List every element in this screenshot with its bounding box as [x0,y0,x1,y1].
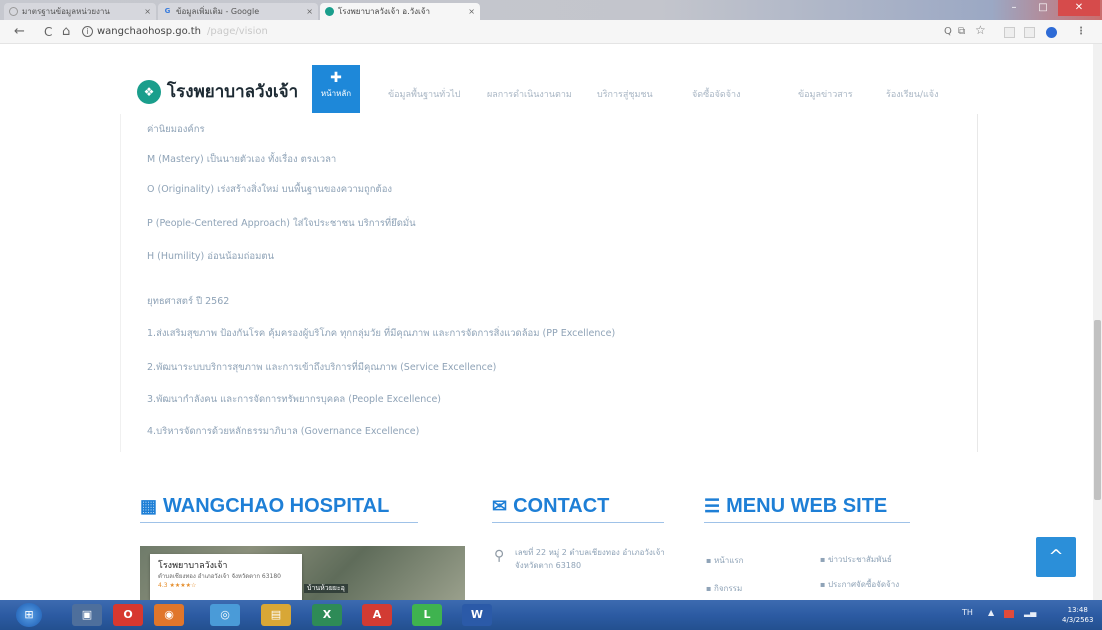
values-heading: ค่านิยมองค์กร [147,124,205,135]
hospital-logo-icon[interactable]: ❖ [137,80,161,104]
map-place-name: โรงพยาบาลวังเจ้า [158,561,228,571]
home-icon[interactable]: ⌂ [62,24,70,40]
footer-link[interactable]: ▪ กิจกรรม [706,584,742,594]
strategy-item: 1.ส่งเสริมสุขภาพ ป้องกันโรค คุ้มครองผู้บ… [147,328,616,339]
map-place-address: ตำบลเชียงทอง อำเภอวังเจ้า จังหวัดตาก 631… [158,573,281,580]
tab-title: โรงพยาบาลวังเจ้า อ.วังเจ้า [338,7,430,16]
url-text: wangchaohosp.go.th [97,26,201,37]
value-item: P (People-Centered Approach) ใส่ใจประชาช… [147,218,416,229]
taskbar-app-firefox[interactable]: ◉ [154,604,184,626]
back-icon[interactable]: ← [14,24,25,40]
list-icon: ☰ [704,496,721,516]
map-road-label: บ้านห้วยยะอุ [304,584,348,593]
menu-heading-text: MENU WEB SITE [726,495,888,517]
taskbar-app-chrome[interactable]: ◎ [210,604,240,626]
scrollbar-thumb[interactable] [1094,320,1101,500]
tab-close-icon[interactable]: × [144,3,151,20]
value-item: M (Mastery) เป็นนายตัวเอง ทั้งเรื่อง ตรง… [147,154,337,165]
close-window-icon[interactable]: ✕ [1058,0,1100,16]
contact-address: เลขที่ 22 หมู่ 2 ตำบลเชียงทอง อำเภอวังเจ… [515,548,665,570]
map-place-card[interactable]: โรงพยาบาลวังเจ้า ตำบลเชียงทอง อำเภอวังเจ… [150,554,302,600]
strategy-item: 2.พัฒนาระบบบริการสุขภาพ และการเข้าถึงบริ… [147,362,497,373]
tray-expand-icon[interactable]: ▲ [988,608,994,618]
site-icon [325,7,334,16]
tab-title: ข้อมูลเพิ่มเติม - Google [176,7,260,16]
extension-icon[interactable] [1004,27,1015,38]
value-item: H (Humility) อ่อนน้อมถ่อมตน [147,251,275,262]
taskbar-app-word[interactable]: W [462,604,492,626]
taskbar-app-files[interactable]: ▤ [261,604,291,626]
strategy-item: 3.พัฒนากำลังคน และการจัดการทรัพยากรบุคคล… [147,394,442,405]
info-icon[interactable]: i [82,26,93,37]
home-nav-button[interactable]: ✚ หน้าหลัก [312,65,360,113]
envelope-icon: ✉ [492,496,508,516]
hospital-heading: ▦ WANGCHAO HOSPITAL [140,493,389,519]
footer-link[interactable]: ▪ ข่าวประชาสัมพันธ์ [820,555,892,565]
location-pin-icon: ⚲ [494,548,505,564]
zoom-icon[interactable]: Q [944,25,952,39]
home-nav-label: หน้าหลัก [320,89,352,98]
tab-close-icon[interactable]: × [468,3,475,20]
maximize-icon[interactable]: □ [1030,0,1056,16]
bookmark-star-icon[interactable]: ☆ [975,23,986,37]
value-item: O (Originality) เร่งสร้างสิ่งใหม่ บนพื้น… [147,184,393,195]
network-signal-icon[interactable]: ▂▄ [1024,608,1036,618]
profile-icon[interactable] [1046,27,1057,38]
language-indicator[interactable]: TH [962,608,973,618]
system-clock[interactable]: 13:48 4/3/2563 [1062,605,1093,625]
nav-item-procurement[interactable]: จัดซื้อจัดจ้าง [692,89,740,101]
nav-item-complaint[interactable]: ร้องเรียน/แจ้ง [886,89,938,101]
hospital-heading-text: WANGCHAO HOSPITAL [163,495,390,517]
contact-heading: ✉ CONTACT [492,493,609,519]
browser-tab-strip: มาตรฐานข้อมูลหน่วยงาน × G ข้อมูลเพิ่มเติ… [0,0,1102,20]
browser-menu-icon[interactable]: ⋮ [1076,25,1086,39]
page-icon [9,7,18,16]
contact-heading-text: CONTACT [513,495,610,517]
divider [492,522,664,523]
footer-link[interactable]: ▪ หน้าแรก [706,556,744,566]
url-path: /page/vision [207,26,268,37]
footer-link[interactable]: ▪ ประกาศจัดซื้อจัดจ้าง [820,580,899,590]
url-field[interactable]: i wangchaohosp.go.th/page/vision [82,25,268,39]
clock-time: 13:48 [1067,606,1088,614]
windows-taskbar: ⊞ ▣ O ◉ ◎ ▤ X A L W TH ▲ ▂▄ 13:48 4/3/25… [0,600,1102,630]
google-icon: G [164,7,171,15]
taskbar-app-excel[interactable]: X [312,604,342,626]
browser-tab-3[interactable]: โรงพยาบาลวังเจ้า อ.วังเจ้า × [320,3,480,20]
translate-icon[interactable]: ⧉ [958,25,965,39]
divider [140,522,418,523]
flag-icon[interactable] [1004,610,1014,618]
nav-item-community[interactable]: บริการสู่ชุมชน [597,89,653,101]
map-rating: 4.3 ★★★★☆ [158,582,197,589]
minimize-icon[interactable]: – [1000,0,1028,16]
extension-icon[interactable] [1024,27,1035,38]
browser-tab-1[interactable]: มาตรฐานข้อมูลหน่วยงาน × [4,3,156,20]
reload-icon[interactable]: C [44,24,52,40]
tab-title: มาตรฐานข้อมูลหน่วยงาน [22,7,110,16]
clock-date: 4/3/2563 [1062,616,1094,624]
nav-item-news[interactable]: ข้อมูลข่าวสาร [798,89,853,101]
nav-item-performance[interactable]: ผลการดำเนินงานตาม [487,89,572,101]
address-bar: ← C ⌂ i wangchaohosp.go.th/page/vision Q … [0,20,1102,44]
strategy-item: 4.บริหารจัดการด้วยหลักธรรมาภิบาล (Govern… [147,426,420,437]
menu-heading: ☰ MENU WEB SITE [704,493,887,519]
nav-item-about[interactable]: ข้อมูลพื้นฐานทั่วไป [388,89,461,101]
taskbar-app-explorer[interactable]: ▣ [72,604,102,626]
strategy-heading: ยุทธศาสตร์ ปี 2562 [147,296,230,307]
divider [704,522,910,523]
plus-icon: ✚ [330,70,342,86]
taskbar-app-line[interactable]: L [412,604,442,626]
start-button[interactable]: ⊞ [16,603,42,627]
site-title[interactable]: โรงพยาบาลวังเจ้า [167,81,298,103]
scroll-to-top-button[interactable]: ^ [1036,537,1076,577]
tab-close-icon[interactable]: × [306,3,313,20]
map-embed[interactable]: โรงพยาบาลวังเจ้า ตำบลเชียงทอง อำเภอวังเจ… [140,546,465,600]
taskbar-app-pdf[interactable]: A [362,604,392,626]
browser-tab-2[interactable]: G ข้อมูลเพิ่มเติม - Google × [158,3,318,20]
taskbar-app-opera[interactable]: O [113,604,143,626]
building-icon: ▦ [140,496,158,516]
